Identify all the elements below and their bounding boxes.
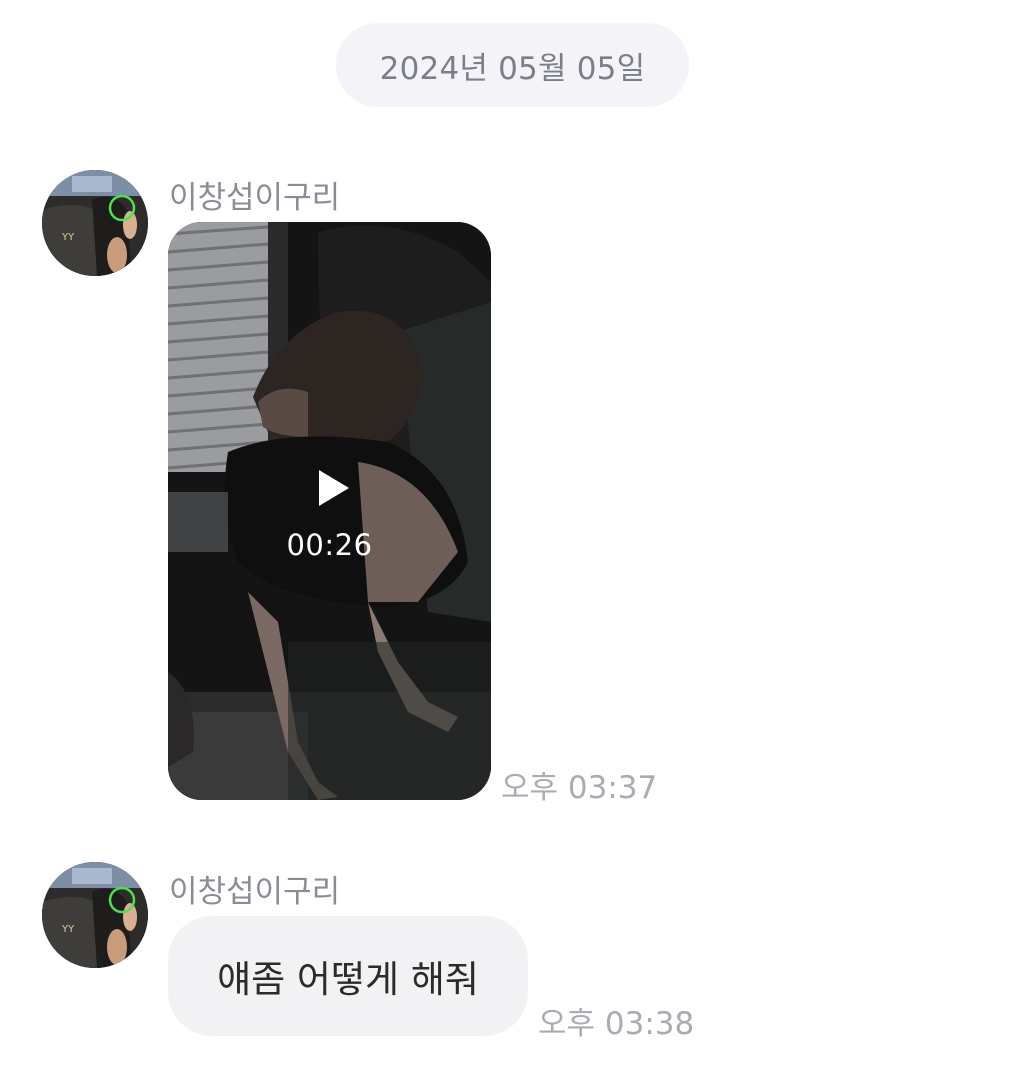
message-text: 얘좀 어떻게 해줘 <box>217 958 479 1001</box>
video-thumbnail <box>168 222 491 800</box>
sender-avatar[interactable]: YY <box>42 170 148 276</box>
sender-avatar[interactable]: YY <box>42 862 148 968</box>
text-message-bubble[interactable]: 얘좀 어떻게 해줘 <box>168 916 528 1036</box>
svg-text:YY: YY <box>61 232 75 243</box>
play-icon[interactable] <box>313 468 353 508</box>
message-time: 오후 03:38 <box>538 1006 695 1042</box>
date-separator: 2024년 05월 05일 <box>336 23 689 107</box>
video-message[interactable]: 00:26 <box>168 222 491 800</box>
video-duration: 00:26 <box>286 528 373 562</box>
profile-photo-icon: YY <box>42 862 148 968</box>
profile-photo-icon: YY <box>42 170 148 276</box>
message-time: 오후 03:37 <box>501 770 658 806</box>
svg-text:YY: YY <box>61 924 75 935</box>
sender-name: 이창섭이구리 <box>169 180 341 216</box>
sender-name: 이창섭이구리 <box>169 874 341 910</box>
